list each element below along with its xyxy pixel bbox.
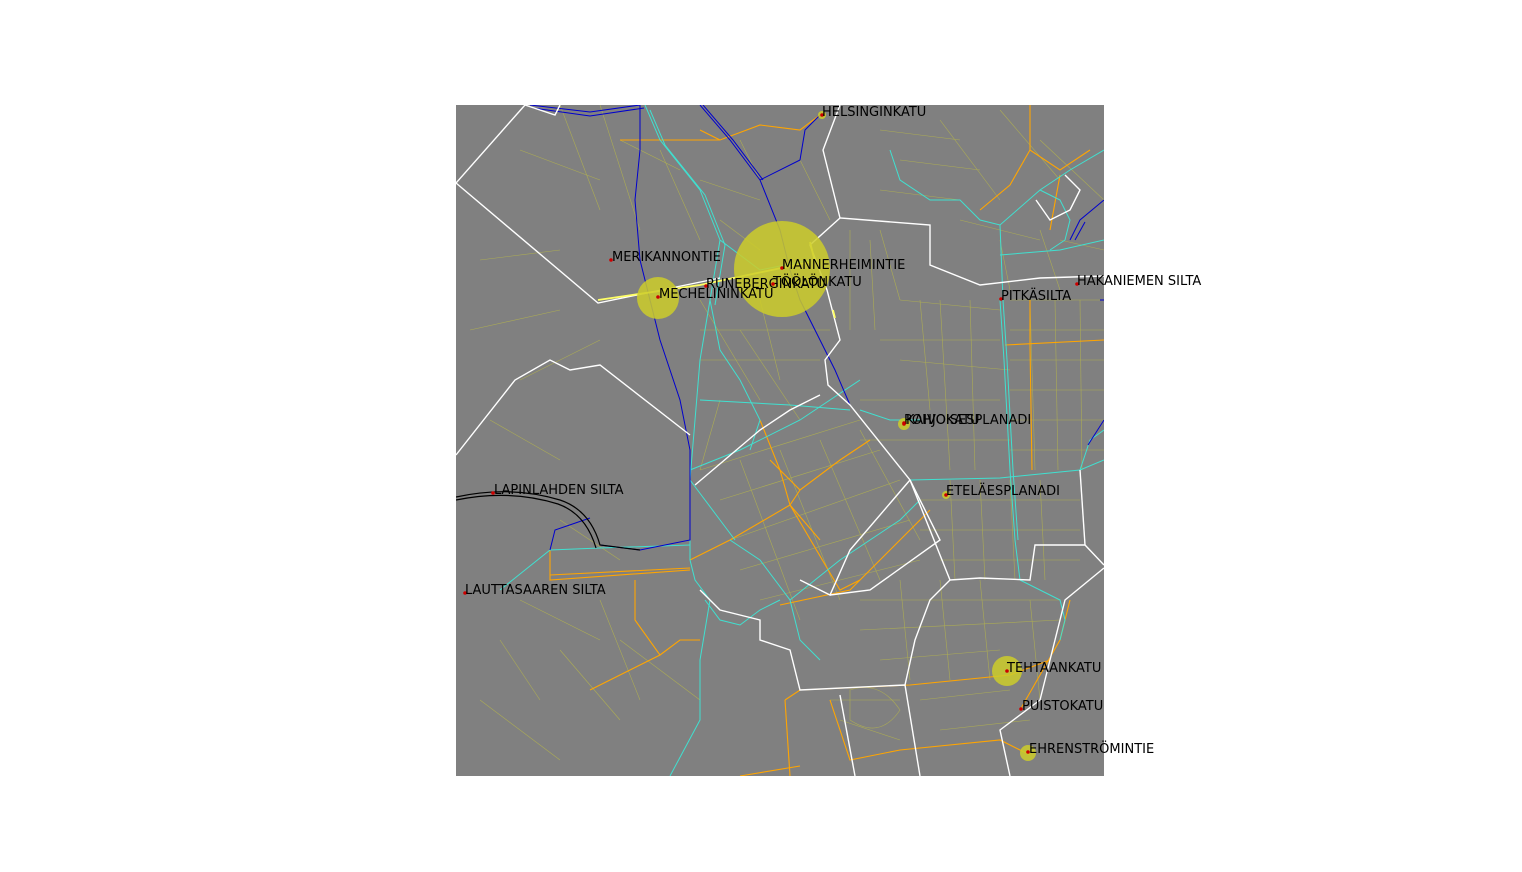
point-toolonkatu: TÖÖLÖNKATU	[771, 273, 862, 290]
label-kaivokatu: KAIVOKATU	[906, 413, 980, 428]
point-ehrenstromintie: EHRENSTRÖMINTIE	[1026, 740, 1154, 757]
point-helsinginkatu: HELSINGINKATU	[820, 105, 926, 120]
label-mannerheimintie: MANNERHEIMINTIE	[782, 258, 905, 273]
map-figure: HELSINGINKATU MERIKANNONTIE MANNERHEIMIN…	[456, 105, 1201, 776]
label-pitkasilta: PITKÄSILTA	[1001, 288, 1071, 304]
label-puistokatu: PUISTOKATU	[1022, 699, 1103, 714]
point-mechelininkatu: MECHELININKATU	[656, 287, 774, 302]
point-tehtaankatu: TEHTAANKATU	[1005, 661, 1101, 676]
point-lapinlahden-silta: LAPINLAHDEN SILTA	[491, 483, 624, 498]
label-toolonkatu: TÖÖLÖNKATU	[772, 273, 862, 290]
label-helsinginkatu: HELSINGINKATU	[822, 105, 926, 120]
label-tehtaankatu: TEHTAANKATU	[1006, 661, 1101, 676]
point-lauttasaaren-silta: LAUTTASAAREN SILTA	[463, 583, 606, 598]
label-lauttasaaren-silta: LAUTTASAAREN SILTA	[465, 583, 606, 598]
point-mannerheimintie: MANNERHEIMINTIE	[780, 258, 905, 273]
point-pitkasilta: PITKÄSILTA	[999, 288, 1071, 304]
label-mechelininkatu: MECHELININKATU	[659, 287, 774, 302]
point-puistokatu: PUISTOKATU	[1019, 699, 1103, 714]
label-hakaniemen-silta: HAKANIEMEN SILTA	[1077, 274, 1201, 289]
point-merikannontie: MERIKANNONTIE	[609, 250, 721, 265]
label-ehrenstromintie: EHRENSTRÖMINTIE	[1029, 740, 1154, 757]
point-etelaesplanadi: ETELÄESPLANADI	[944, 483, 1060, 499]
label-etelaesplanadi: ETELÄESPLANADI	[946, 483, 1060, 499]
point-kaivokatu: KAIVOKATU	[902, 413, 980, 428]
label-merikannontie: MERIKANNONTIE	[612, 250, 721, 265]
label-lapinlahden-silta: LAPINLAHDEN SILTA	[494, 483, 624, 498]
point-hakaniemen-silta: HAKANIEMEN SILTA	[1075, 274, 1201, 289]
